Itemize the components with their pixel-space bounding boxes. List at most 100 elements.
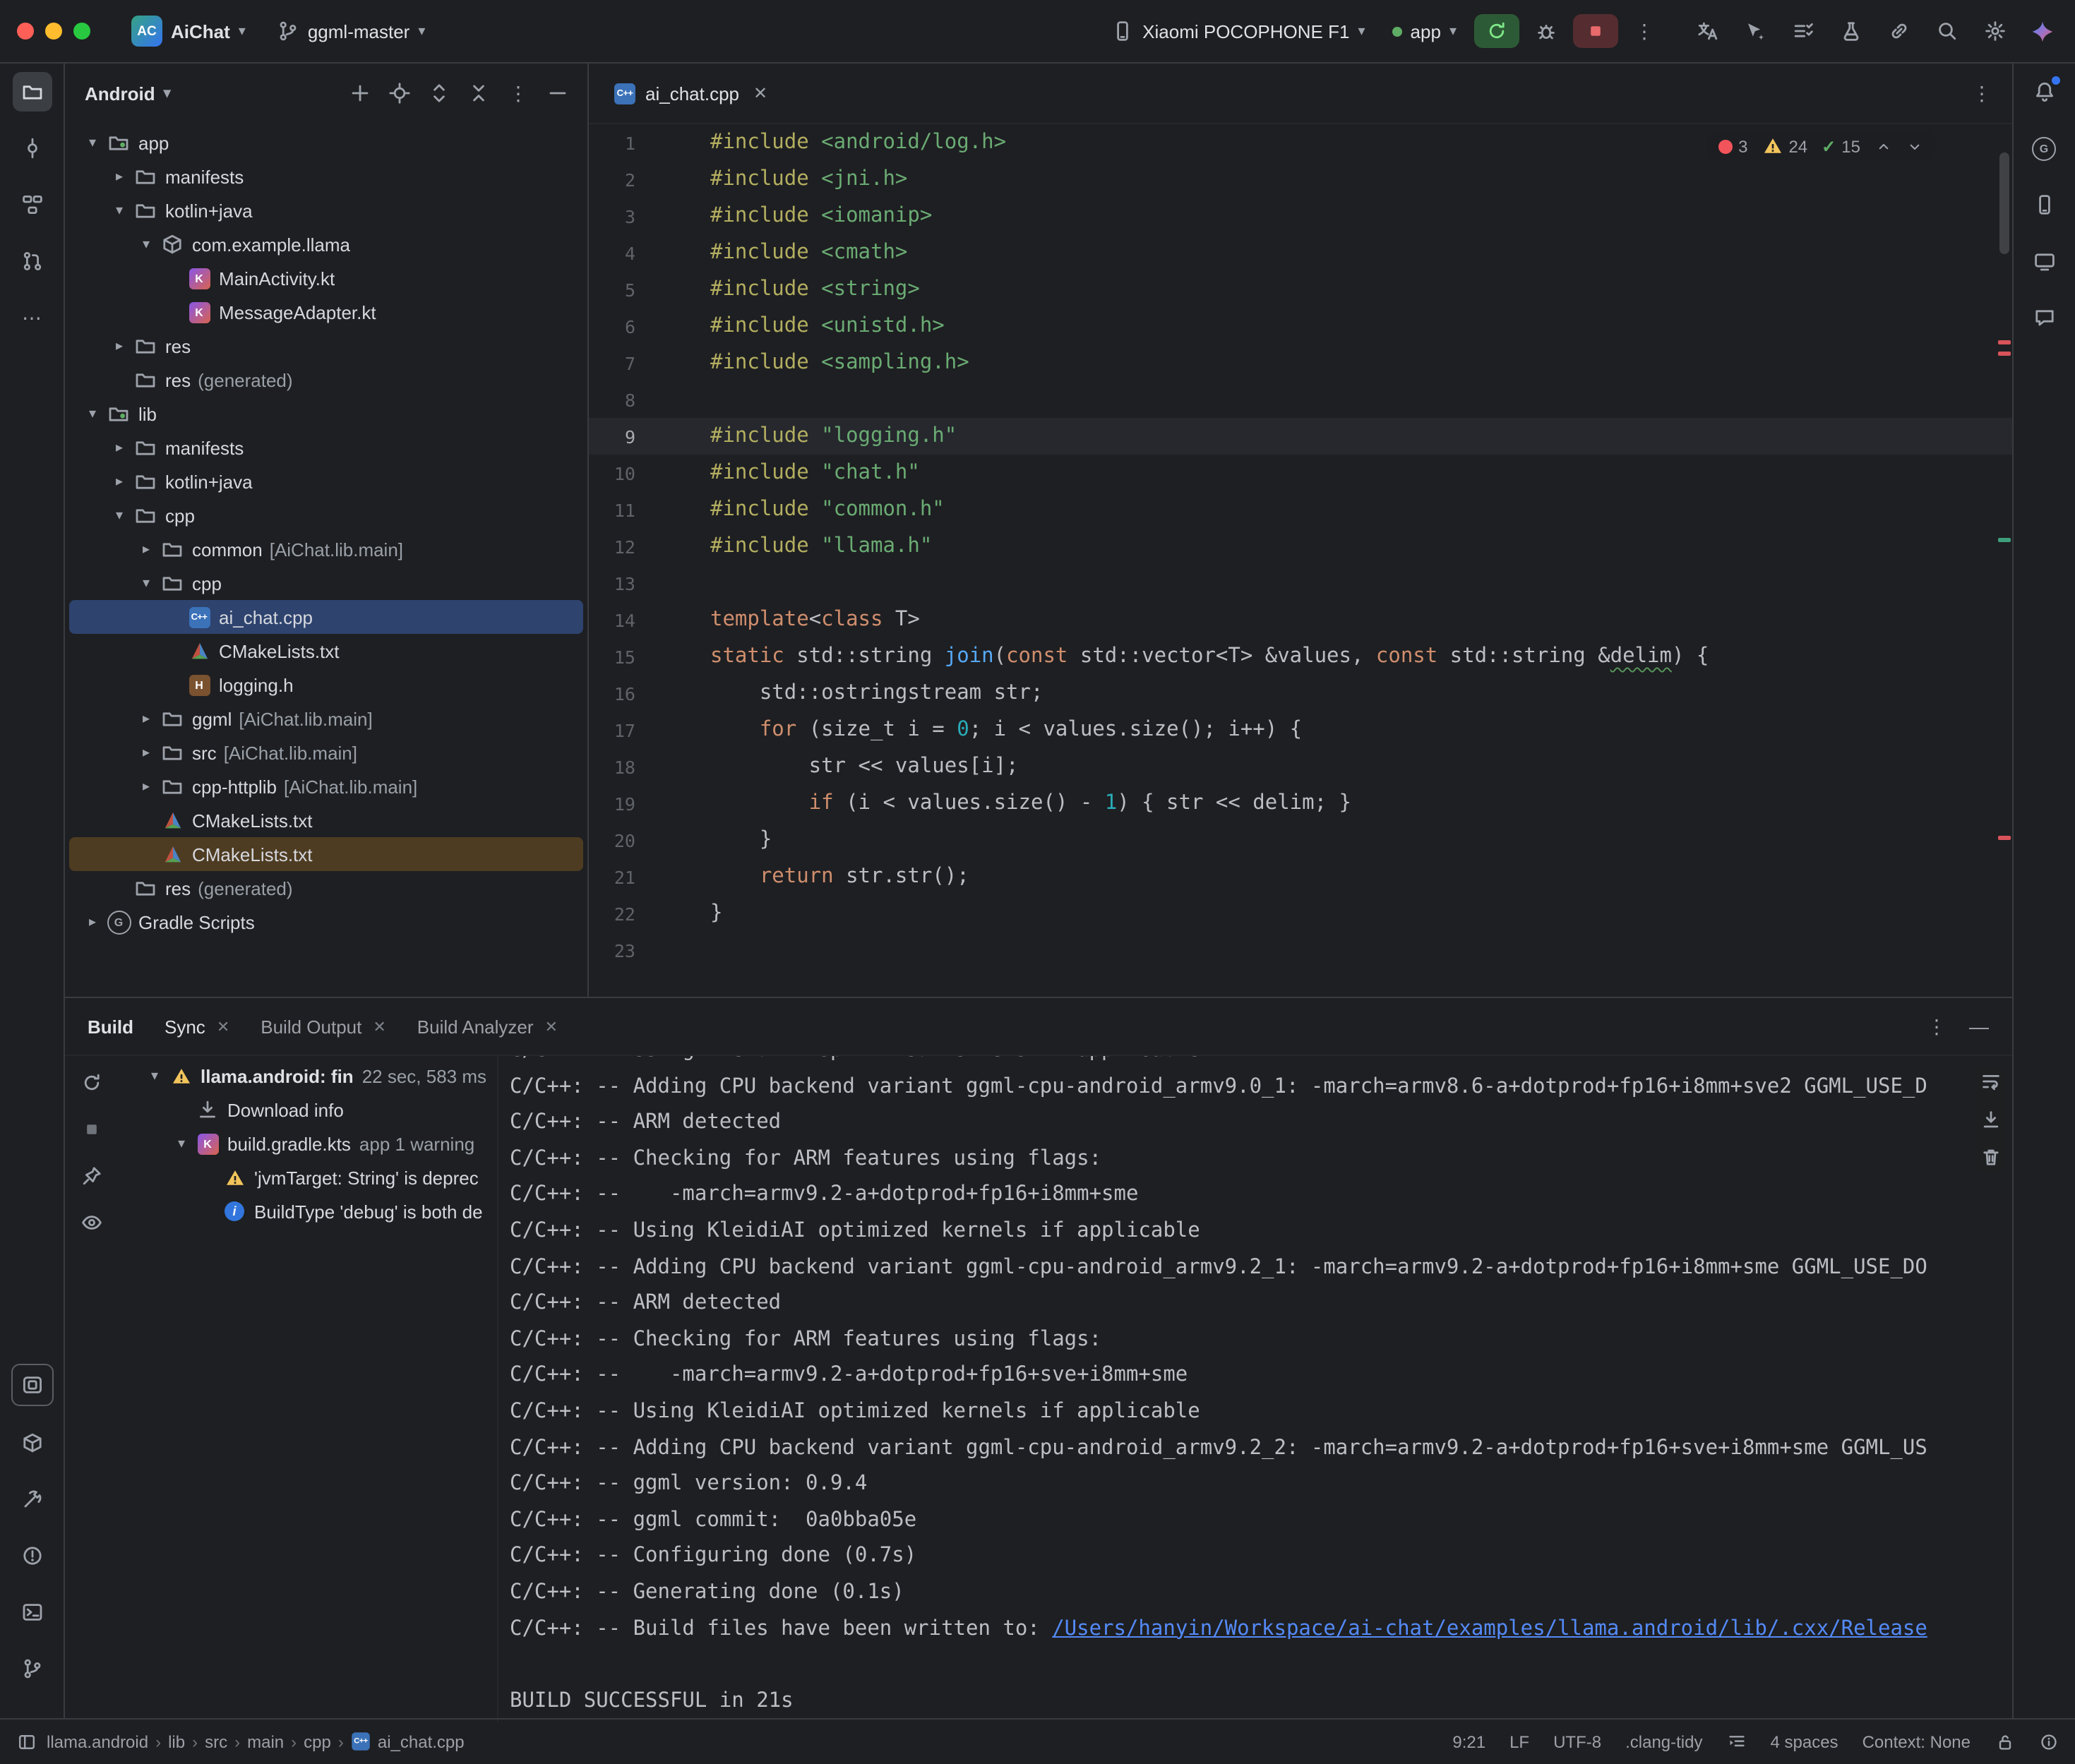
- error-stripe-mark[interactable]: [1997, 340, 2010, 344]
- tree-item-app[interactable]: ▾app: [69, 126, 583, 160]
- build-output-link[interactable]: /Users/hanyin/Workspace/ai-chat/examples…: [1052, 1617, 1927, 1640]
- breadcrumb-item[interactable]: src: [205, 1732, 227, 1752]
- tree-item-jvmtarget-string-is-deprec[interactable]: 'jvmTarget: String' is deprec: [123, 1160, 493, 1194]
- file-encoding[interactable]: UTF-8: [1553, 1732, 1601, 1752]
- pull-requests-icon[interactable]: [12, 241, 52, 281]
- translate-icon[interactable]: [1691, 16, 1722, 47]
- chevron-down-icon[interactable]: ▾: [134, 236, 158, 252]
- chevron-down-icon[interactable]: ▾: [143, 1068, 167, 1084]
- code-line-20[interactable]: 20 }: [589, 822, 2011, 858]
- chevron-down-icon[interactable]: ▾: [107, 203, 131, 218]
- stop-button[interactable]: [1572, 14, 1617, 48]
- breadcrumb-item[interactable]: lib: [168, 1732, 185, 1752]
- packages-icon[interactable]: [12, 1423, 52, 1463]
- collapse-all-icon[interactable]: [466, 80, 491, 106]
- code-line-3[interactable]: 3#include <iomanip>: [589, 198, 2011, 234]
- tool-window-layout-icon[interactable]: [17, 1732, 37, 1752]
- terminal-icon[interactable]: [12, 1592, 52, 1632]
- project-icon[interactable]: [12, 72, 52, 112]
- problems-icon[interactable]: [12, 1536, 52, 1576]
- vcs-branch-widget[interactable]: ggml-master ▾: [267, 16, 436, 47]
- error-stripe-mark[interactable]: [1997, 836, 2010, 840]
- code-line-19[interactable]: 19 if (i < values.size() - 1) { str << d…: [589, 785, 2011, 822]
- tree-item-common[interactable]: ▸common[AiChat.lib.main]: [69, 532, 583, 566]
- tree-item-llama-android-fin[interactable]: ▾llama.android: fin22 sec, 583 ms: [123, 1059, 493, 1093]
- structure-icon[interactable]: [12, 185, 52, 224]
- scroll-to-end-icon[interactable]: [1979, 1108, 2002, 1131]
- run-button[interactable]: [1473, 14, 1519, 48]
- more-actions-icon[interactable]: ⋮: [1625, 14, 1664, 48]
- chevron-down-icon[interactable]: ▾: [80, 135, 104, 150]
- tree-item-kotlin-java[interactable]: ▸kotlin+java: [69, 464, 583, 498]
- emulator-icon[interactable]: [2024, 241, 2064, 281]
- chevron-right-icon[interactable]: ▸: [134, 745, 158, 760]
- code-line-17[interactable]: 17 for (size_t i = 0; i < values.size();…: [589, 712, 2011, 748]
- tree-item-com-example-llama[interactable]: ▾com.example.llama: [69, 227, 583, 261]
- stop-square-icon[interactable]: [76, 1114, 107, 1145]
- indent-style-icon[interactable]: [1727, 1732, 1747, 1752]
- code-editor[interactable]: 1#include <android/log.h>2#include <jni.…: [589, 124, 2011, 997]
- running-devices-icon[interactable]: [11, 1364, 53, 1406]
- tree-item-build-gradle-kts[interactable]: ▾Kbuild.gradle.ktsapp 1 warning: [123, 1127, 493, 1160]
- tab-options-icon[interactable]: ⋮: [1972, 83, 1992, 103]
- breadcrumb-item[interactable]: cpp: [304, 1732, 331, 1752]
- more-tools-icon[interactable]: ⋯: [12, 298, 52, 337]
- tree-item-buildtype-debug-is-both-de[interactable]: iBuildType 'debug' is both de: [123, 1194, 493, 1228]
- tree-item-cmakelists-txt[interactable]: CMakeLists.txt: [69, 803, 583, 837]
- device-selector[interactable]: Xiaomi POCOPHONE F1 ▾: [1101, 16, 1375, 47]
- project-widget[interactable]: AC AiChat ▾: [121, 11, 256, 51]
- chevron-down-icon[interactable]: ▾: [107, 508, 131, 523]
- search-icon[interactable]: [1931, 16, 1962, 47]
- version-control-icon[interactable]: [12, 1649, 52, 1688]
- close-tab-icon[interactable]: ✕: [217, 1017, 229, 1036]
- build-tab-sync[interactable]: Sync✕: [165, 1016, 229, 1037]
- tree-item-mainactivity-kt[interactable]: KMainActivity.kt: [69, 261, 583, 295]
- chevron-right-icon[interactable]: ▸: [134, 779, 158, 794]
- link-icon[interactable]: [1883, 16, 1914, 47]
- build-console[interactable]: C/C++: -- Using KleidiAI optimized kerne…: [498, 1056, 2011, 1722]
- code-line-12[interactable]: 12#include "llama.h": [589, 528, 2011, 565]
- code-line-10[interactable]: 10#include "chat.h": [589, 455, 2011, 491]
- inspections-widget[interactable]: 3 24 ✓15: [1706, 131, 1935, 161]
- tree-item-res[interactable]: res(generated): [69, 871, 583, 905]
- tree-item-ai-chat-cpp[interactable]: C++ai_chat.cpp: [69, 600, 583, 634]
- settings-icon[interactable]: [1979, 16, 2010, 47]
- build-tab-build-analyzer[interactable]: Build Analyzer✕: [417, 1016, 558, 1037]
- code-line-23[interactable]: 23: [589, 932, 2011, 968]
- build-options-icon[interactable]: ⋮: [1927, 1016, 1947, 1036]
- chevron-right-icon[interactable]: ▸: [107, 169, 131, 184]
- code-line-16[interactable]: 16 std::ostringstream str;: [589, 675, 2011, 712]
- chevron-right-icon[interactable]: ▸: [134, 541, 158, 557]
- chevron-right-icon[interactable]: ▸: [80, 914, 104, 930]
- tree-item-lib[interactable]: ▾lib: [69, 397, 583, 431]
- build-icon[interactable]: [12, 1480, 52, 1519]
- build-panel-title[interactable]: Build: [88, 1016, 133, 1037]
- zoom-window-button[interactable]: [73, 23, 90, 40]
- tree-item-manifests[interactable]: ▸manifests: [69, 431, 583, 464]
- clear-icon[interactable]: [1979, 1146, 2002, 1169]
- code-line-9[interactable]: 9#include "logging.h": [589, 418, 2011, 455]
- chevron-down-icon[interactable]: ▾: [80, 406, 104, 421]
- locate-icon[interactable]: [387, 80, 412, 106]
- next-problem-icon[interactable]: [1906, 138, 1922, 155]
- soft-wrap-icon[interactable]: [1979, 1070, 2002, 1093]
- tree-item-src[interactable]: ▸src[AiChat.lib.main]: [69, 736, 583, 769]
- code-line-15[interactable]: 15static std::string join(const std::vec…: [589, 638, 2011, 675]
- code-line-8[interactable]: 8: [589, 381, 2011, 418]
- commit-icon[interactable]: [12, 128, 52, 168]
- error-count[interactable]: 3: [1718, 136, 1747, 156]
- tree-item-download-info[interactable]: Download info: [123, 1093, 493, 1127]
- chevron-right-icon[interactable]: ▸: [107, 440, 131, 455]
- project-view-mode-selector[interactable]: Android ▾: [85, 83, 171, 104]
- breadcrumb-item[interactable]: ai_chat.cpp: [378, 1732, 465, 1752]
- tree-item-messageadapter-kt[interactable]: KMessageAdapter.kt: [69, 295, 583, 329]
- code-line-21[interactable]: 21 return str.str();: [589, 858, 2011, 895]
- error-stripe-mark[interactable]: [1997, 352, 2010, 356]
- gradle-icon[interactable]: G: [2024, 128, 2064, 168]
- scrollbar-thumb[interactable]: [1999, 152, 2009, 254]
- eye-icon[interactable]: [76, 1207, 107, 1238]
- tree-item-cpp[interactable]: ▾cpp: [69, 566, 583, 600]
- device-manager-icon[interactable]: [2024, 185, 2064, 224]
- context-widget[interactable]: Context: None: [1862, 1732, 1971, 1752]
- indent-size[interactable]: 4 spaces: [1771, 1732, 1838, 1752]
